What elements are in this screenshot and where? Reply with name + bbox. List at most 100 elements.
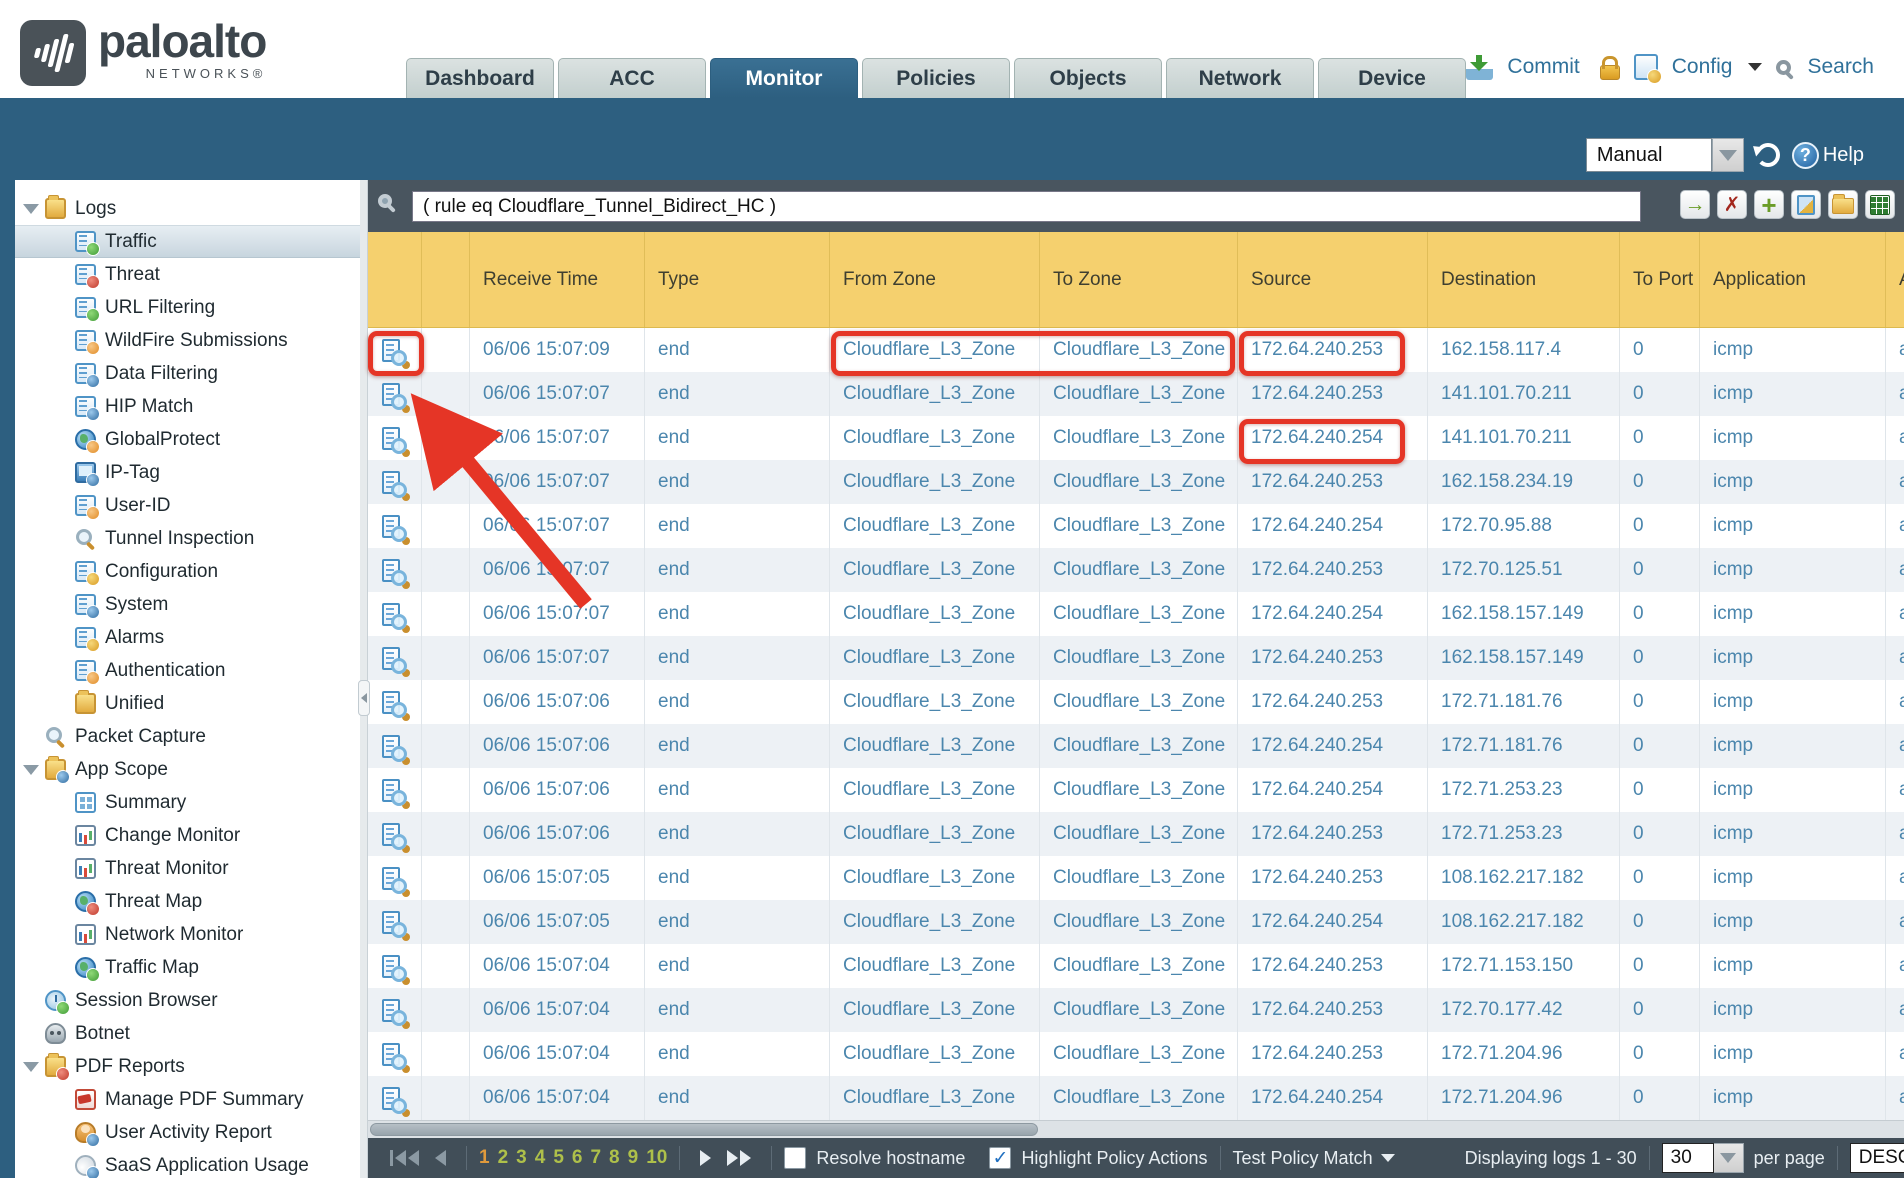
refresh-mode-dropdown-button[interactable] <box>1712 138 1744 172</box>
expander-icon[interactable] <box>23 204 37 214</box>
save-filter-button[interactable] <box>1791 190 1821 219</box>
cell-to_port[interactable]: 0 <box>1620 460 1700 504</box>
cell-from_zone[interactable]: Cloudflare_L3_Zone <box>830 988 1040 1032</box>
sidebar-item-authentication[interactable]: Authentication <box>15 654 360 687</box>
cell-to_zone[interactable]: Cloudflare_L3_Zone <box>1040 856 1238 900</box>
cell-to_port[interactable]: 0 <box>1620 504 1700 548</box>
cell-to_zone[interactable]: Cloudflare_L3_Zone <box>1040 416 1238 460</box>
sidebar-item-pdf-reports[interactable]: PDF Reports <box>15 1050 360 1083</box>
apply-filter-button[interactable]: → <box>1680 190 1710 219</box>
cell-to_port[interactable]: 0 <box>1620 372 1700 416</box>
cell-type[interactable]: end <box>645 1076 830 1120</box>
cell-application[interactable]: icmp <box>1700 988 1886 1032</box>
cell-type[interactable]: end <box>645 372 830 416</box>
cell-to_port[interactable]: 0 <box>1620 1076 1700 1120</box>
config-dropdown-caret-icon[interactable] <box>1748 63 1762 71</box>
cell-receive_time[interactable]: 06/06 15:07:04 <box>470 944 645 988</box>
export-logs-button[interactable] <box>1865 190 1895 219</box>
tab-objects[interactable]: Objects <box>1014 58 1162 98</box>
sidebar-item-tunnel-inspection[interactable]: Tunnel Inspection <box>15 522 360 555</box>
cell-to_zone[interactable]: Cloudflare_L3_Zone <box>1040 548 1238 592</box>
cell-destination[interactable]: 172.71.253.23 <box>1428 812 1620 856</box>
cell-destination[interactable]: 108.162.217.182 <box>1428 900 1620 944</box>
cell-application[interactable]: icmp <box>1700 328 1886 372</box>
config-button[interactable]: Config <box>1672 55 1733 79</box>
cell-receive_time[interactable]: 06/06 15:07:05 <box>470 856 645 900</box>
expander-icon[interactable] <box>23 765 37 775</box>
sidebar-item-traffic[interactable]: Traffic <box>15 225 360 258</box>
cell-receive_time[interactable]: 06/06 15:07:06 <box>470 768 645 812</box>
sidebar-item-configuration[interactable]: Configuration <box>15 555 360 588</box>
sort-order-value[interactable]: DESC <box>1850 1143 1904 1173</box>
cell-destination[interactable]: 141.101.70.211 <box>1428 416 1620 460</box>
page-5[interactable]: 5 <box>553 1147 564 1169</box>
cell-receive_time[interactable]: 06/06 15:07:07 <box>470 636 645 680</box>
column-header-destination[interactable]: Destination <box>1428 232 1620 327</box>
cell-receive_time[interactable]: 06/06 15:07:07 <box>470 504 645 548</box>
page-9[interactable]: 9 <box>628 1147 639 1169</box>
cell-to_zone[interactable]: Cloudflare_L3_Zone <box>1040 768 1238 812</box>
tab-network[interactable]: Network <box>1166 58 1314 98</box>
cell-to_port[interactable]: 0 <box>1620 988 1700 1032</box>
commit-button[interactable]: Commit <box>1507 55 1579 79</box>
log-detail-icon[interactable] <box>382 427 400 450</box>
cell-receive_time[interactable]: 06/06 15:07:09 <box>470 328 645 372</box>
refresh-icon[interactable] <box>1756 143 1780 167</box>
cell-action[interactable]: a <box>1886 504 1904 548</box>
cell-application[interactable]: icmp <box>1700 768 1886 812</box>
cell-source[interactable]: 172.64.240.254 <box>1238 1076 1428 1120</box>
cell-destination[interactable]: 162.158.157.149 <box>1428 636 1620 680</box>
cell-type[interactable]: end <box>645 504 830 548</box>
sidebar-item-system[interactable]: System <box>15 588 360 621</box>
cell-action[interactable]: a <box>1886 856 1904 900</box>
sidebar-item-wildfire-submissions[interactable]: WildFire Submissions <box>15 324 360 357</box>
cell-application[interactable]: icmp <box>1700 900 1886 944</box>
cell-destination[interactable]: 172.71.204.96 <box>1428 1032 1620 1076</box>
log-detail-icon[interactable] <box>382 999 400 1022</box>
page-1[interactable]: 1 <box>479 1147 490 1169</box>
cell-action[interactable]: a <box>1886 768 1904 812</box>
cell-to_port[interactable]: 0 <box>1620 724 1700 768</box>
cell-source[interactable]: 172.64.240.253 <box>1238 856 1428 900</box>
cell-from_zone[interactable]: Cloudflare_L3_Zone <box>830 636 1040 680</box>
cell-action[interactable]: a <box>1886 328 1904 372</box>
cell-application[interactable]: icmp <box>1700 592 1886 636</box>
highlight-policy-actions-checkbox[interactable] <box>989 1147 1011 1169</box>
cell-type[interactable]: end <box>645 944 830 988</box>
cell-destination[interactable]: 172.71.153.150 <box>1428 944 1620 988</box>
cell-to_zone[interactable]: Cloudflare_L3_Zone <box>1040 636 1238 680</box>
cell-application[interactable]: icmp <box>1700 944 1886 988</box>
log-detail-icon[interactable] <box>382 515 400 538</box>
sidebar-item-data-filtering[interactable]: Data Filtering <box>15 357 360 390</box>
cell-to_port[interactable]: 0 <box>1620 636 1700 680</box>
cell-to_port[interactable]: 0 <box>1620 944 1700 988</box>
cell-source[interactable]: 172.64.240.253 <box>1238 636 1428 680</box>
cell-receive_time[interactable]: 06/06 15:07:04 <box>470 1032 645 1076</box>
cell-from_zone[interactable]: Cloudflare_L3_Zone <box>830 680 1040 724</box>
cell-action[interactable]: a <box>1886 372 1904 416</box>
cell-application[interactable]: icmp <box>1700 548 1886 592</box>
cell-receive_time[interactable]: 06/06 15:07:06 <box>470 812 645 856</box>
cell-from_zone[interactable]: Cloudflare_L3_Zone <box>830 372 1040 416</box>
cell-from_zone[interactable]: Cloudflare_L3_Zone <box>830 856 1040 900</box>
page-7[interactable]: 7 <box>590 1147 601 1169</box>
cell-destination[interactable]: 172.71.204.96 <box>1428 1076 1620 1120</box>
log-detail-icon[interactable] <box>382 735 400 758</box>
cell-source[interactable]: 172.64.240.254 <box>1238 900 1428 944</box>
page-4[interactable]: 4 <box>535 1147 546 1169</box>
sidebar-item-threat-map[interactable]: Threat Map <box>15 885 360 918</box>
cell-from_zone[interactable]: Cloudflare_L3_Zone <box>830 900 1040 944</box>
cell-to_zone[interactable]: Cloudflare_L3_Zone <box>1040 1076 1238 1120</box>
cell-type[interactable]: end <box>645 636 830 680</box>
log-detail-icon[interactable] <box>382 955 400 978</box>
log-filter-input[interactable] <box>412 191 1641 222</box>
cell-action[interactable]: a <box>1886 900 1904 944</box>
help-label[interactable]: Help <box>1823 144 1864 167</box>
next-page-button[interactable] <box>700 1150 711 1166</box>
tab-device[interactable]: Device <box>1318 58 1466 98</box>
tab-acc[interactable]: ACC <box>558 58 706 98</box>
horizontal-scrollbar[interactable] <box>368 1120 1904 1138</box>
sort-order-select[interactable]: DESC <box>1850 1143 1904 1173</box>
cell-destination[interactable]: 108.162.217.182 <box>1428 856 1620 900</box>
search-button[interactable]: Search <box>1807 55 1874 79</box>
